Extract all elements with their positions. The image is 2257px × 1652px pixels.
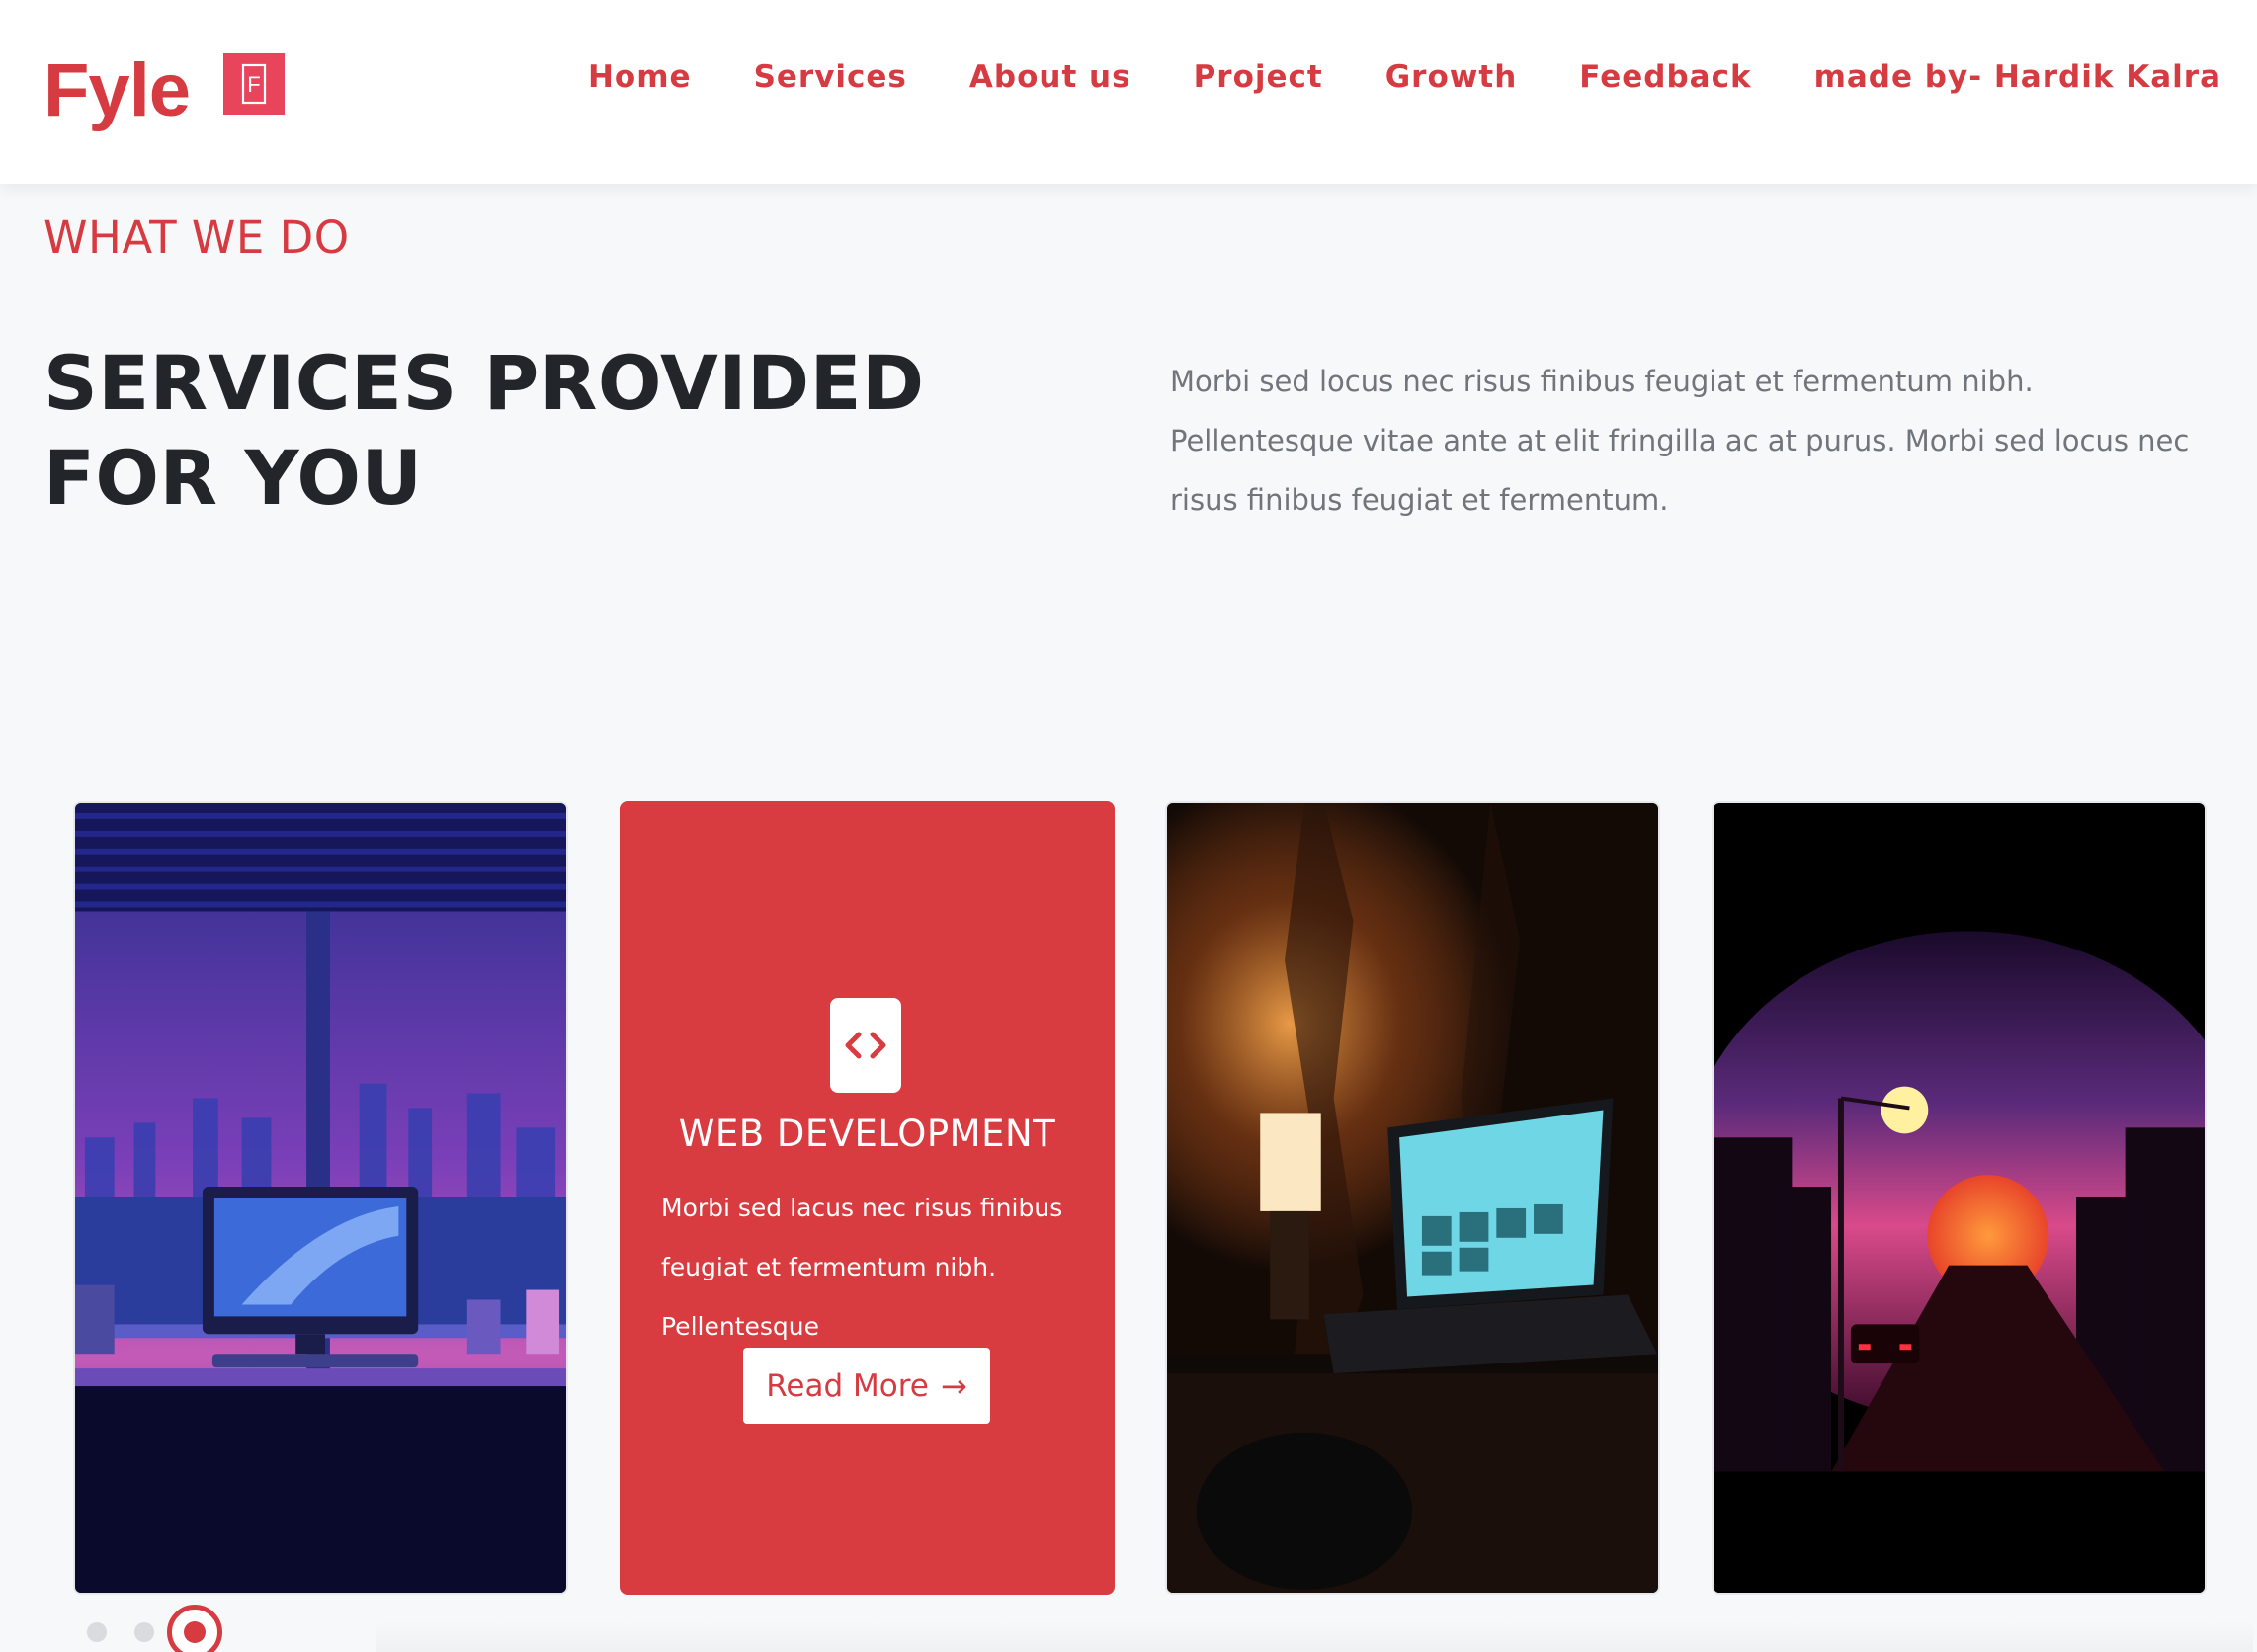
- pagination-dot-1[interactable]: [87, 1622, 107, 1642]
- nav-made-by[interactable]: made by- Hardik Kalra: [1814, 59, 2221, 95]
- logo-badge-letter: F: [247, 72, 260, 97]
- main-nav: Home Services About us Project Growth Fe…: [526, 59, 2221, 95]
- service-card-image-city[interactable]: [73, 801, 568, 1595]
- arrow-right-icon: →: [940, 1366, 967, 1405]
- nav-project[interactable]: Project: [1194, 59, 1323, 95]
- site-header: Fyle F Home Services About us Project Gr…: [0, 0, 2257, 184]
- service-card-image-laptop[interactable]: [1165, 801, 1660, 1595]
- nav-services[interactable]: Services: [754, 59, 907, 95]
- section-intro: Morbi sed locus nec risus finibus feugia…: [1170, 365, 2190, 517]
- active-dot-inner: [184, 1621, 206, 1643]
- logo[interactable]: Fyle F: [43, 43, 286, 138]
- nav-growth[interactable]: Growth: [1385, 59, 1518, 95]
- pagination-dot-3-active[interactable]: [167, 1605, 222, 1652]
- sunset-highway-illustration: [1714, 803, 2205, 1593]
- city-window-illustration: [75, 803, 566, 1593]
- nav-home[interactable]: Home: [588, 59, 692, 95]
- card-title: WEB DEVELOPMENT: [678, 1113, 1056, 1155]
- logo-badge-icon: F: [223, 53, 286, 115]
- headline-line-1: SERVICES PROVIDED: [43, 339, 925, 427]
- section-eyebrow: WHAT WE DO: [43, 211, 350, 264]
- headline-line-2: FOR YOU: [43, 434, 423, 522]
- bottom-shade: [376, 1620, 2253, 1652]
- code-icon: [830, 998, 901, 1093]
- service-card-image-highway[interactable]: [1712, 801, 2207, 1595]
- read-more-button[interactable]: Read More →: [743, 1348, 990, 1424]
- nav-feedback[interactable]: Feedback: [1579, 59, 1751, 95]
- nav-about-us[interactable]: About us: [969, 59, 1131, 95]
- service-card-web-development: WEB DEVELOPMENT Morbi sed lacus nec risu…: [620, 801, 1115, 1595]
- section-headline: SERVICES PROVIDED FOR YOU: [43, 336, 1012, 526]
- pagination-dot-2[interactable]: [134, 1622, 154, 1642]
- read-more-label: Read More: [766, 1367, 929, 1404]
- card-description: Morbi sed lacus nec risus finibus feugia…: [661, 1194, 1063, 1341]
- laptop-lamp-photo: [1167, 803, 1658, 1593]
- logo-text: Fyle: [43, 48, 191, 132]
